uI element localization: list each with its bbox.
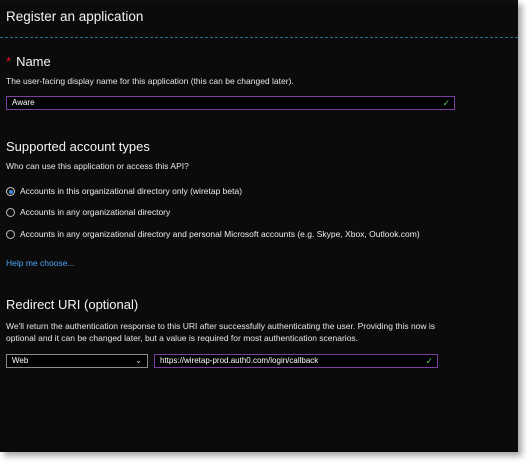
redirect-uri-input[interactable]: https://wiretap-prod.auth0.com/login/cal… <box>154 354 438 368</box>
redirect-uri-title: Redirect URI (optional) <box>6 297 139 312</box>
radio-label: Accounts in this organizational director… <box>20 186 243 196</box>
header: Register an application <box>0 3 518 38</box>
name-input-value: Aware <box>12 98 35 107</box>
required-marker: * <box>6 54 12 69</box>
chevron-down-icon[interactable]: ⌄ <box>135 355 142 367</box>
account-types-title: Supported account types <box>6 139 150 154</box>
account-types-question: Who can use this application or access t… <box>6 161 189 171</box>
redirect-description-line1: We'll return the authentication response… <box>6 321 436 331</box>
redirect-uri-value: https://wiretap-prod.auth0.com/login/cal… <box>160 356 319 365</box>
radio-unselected-icon[interactable] <box>6 208 15 217</box>
platform-select-value: Web <box>12 356 29 365</box>
name-input[interactable]: Aware ✓ <box>6 96 455 110</box>
radio-selected-icon[interactable] <box>6 187 15 196</box>
radio-unselected-icon[interactable] <box>6 230 15 239</box>
redirect-description-line2: optional and it can be changed later, bu… <box>6 333 359 343</box>
help-me-choose-link[interactable]: Help me choose... <box>6 258 75 268</box>
page-title: Register an application <box>6 9 144 24</box>
checkmark-icon: ✓ <box>425 356 433 366</box>
radio-label: Accounts in any organizational directory… <box>20 229 420 239</box>
register-app-panel: Register an application * Name The user-f… <box>0 0 518 452</box>
platform-select[interactable]: Web ⌄ <box>6 354 148 368</box>
name-description: The user-facing display name for this ap… <box>6 76 294 86</box>
radio-label: Accounts in any organizational directory <box>20 207 171 217</box>
checkmark-icon: ✓ <box>442 98 450 108</box>
name-title: Name <box>16 54 51 69</box>
name-section-title: * Name <box>6 54 51 69</box>
